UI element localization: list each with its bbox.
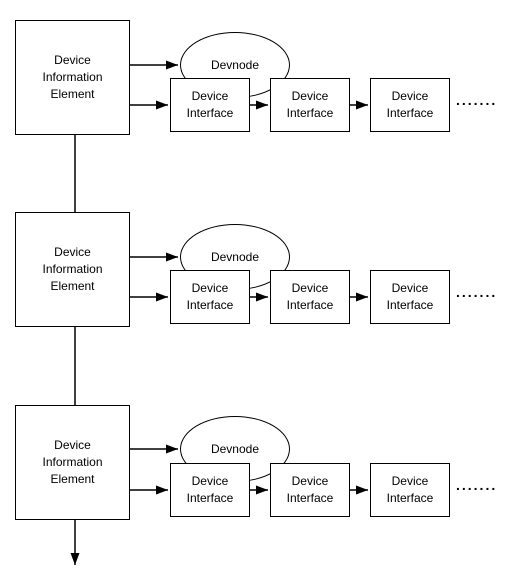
diagram: Device Information Element Devnode Devic…: [0, 0, 530, 577]
device-interface-3-1: Device Interface: [170, 463, 250, 517]
device-interface-1-2: Device Interface: [270, 78, 350, 132]
device-interface-2-2: Device Interface: [270, 270, 350, 324]
device-interface-3-3: Device Interface: [370, 463, 450, 517]
device-interface-1-1: Device Interface: [170, 78, 250, 132]
device-interface-3-2: Device Interface: [270, 463, 350, 517]
device-info-element-1: Device Information Element: [15, 20, 130, 135]
dots-3: .......: [456, 477, 497, 493]
device-interface-2-3: Device Interface: [370, 270, 450, 324]
dots-1: .......: [456, 92, 497, 108]
dots-2: .......: [456, 284, 497, 300]
device-interface-2-1: Device Interface: [170, 270, 250, 324]
device-info-element-3: Device Information Element: [15, 405, 130, 520]
device-info-element-2: Device Information Element: [15, 212, 130, 327]
device-interface-1-3: Device Interface: [370, 78, 450, 132]
